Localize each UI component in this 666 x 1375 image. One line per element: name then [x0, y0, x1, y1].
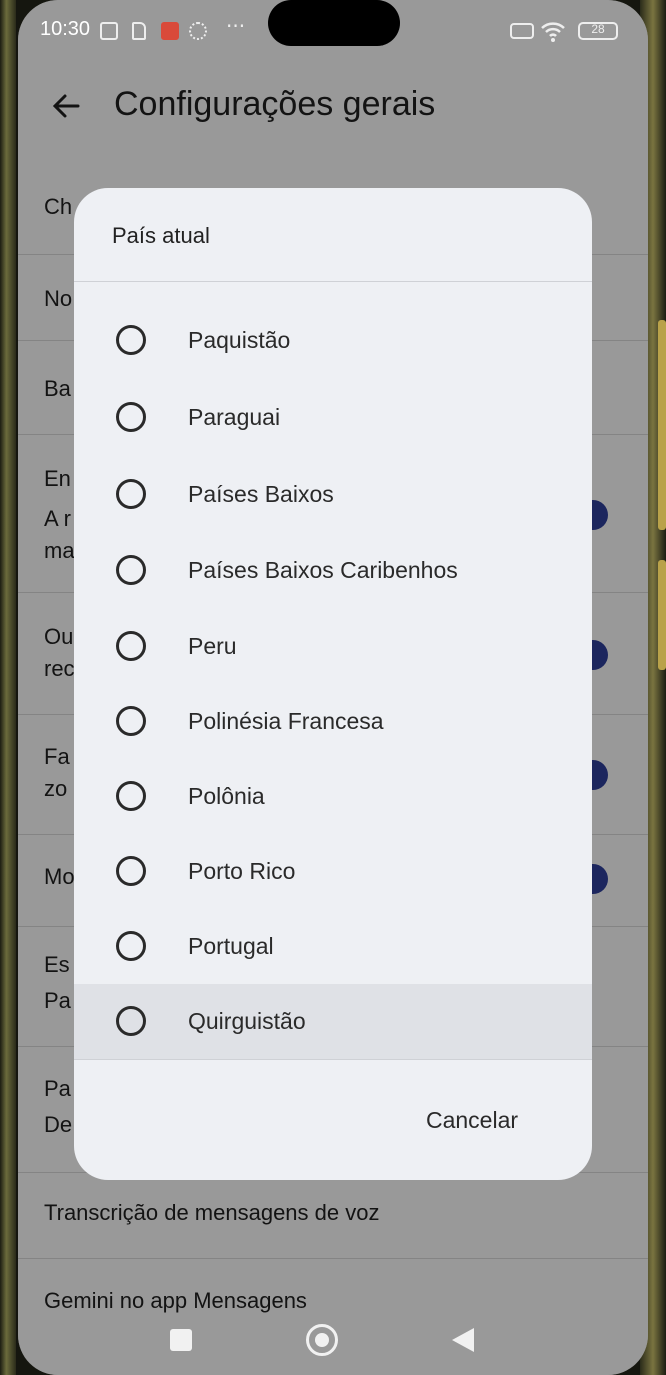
country-option[interactable]: Polônia	[74, 759, 592, 834]
country-option[interactable]: Peru	[74, 609, 592, 684]
nfc-icon	[100, 22, 118, 40]
country-option[interactable]: Países Baixos Caribenhos	[74, 533, 592, 608]
radio-button-icon[interactable]	[116, 856, 146, 886]
country-option[interactable]: Paquistão	[74, 303, 592, 378]
country-option-label: Peru	[188, 633, 237, 659]
country-option[interactable]: Quirguistão	[74, 984, 592, 1059]
gear-icon	[189, 22, 207, 40]
country-option-label: Países Baixos	[188, 481, 334, 507]
radio-button-icon[interactable]	[116, 402, 146, 432]
radio-button-icon[interactable]	[116, 325, 146, 355]
home-icon[interactable]	[306, 1324, 338, 1356]
radio-button-icon[interactable]	[116, 781, 146, 811]
volume-button	[658, 320, 666, 530]
country-option-label: Portugal	[188, 933, 274, 959]
gmail-icon	[161, 22, 179, 40]
radio-button-icon[interactable]	[116, 631, 146, 661]
no-sim-icon	[510, 23, 534, 39]
radio-button-icon[interactable]	[116, 931, 146, 961]
phone-frame: Configurações gerais Ch No Ba En A r ma …	[0, 0, 666, 1375]
country-option-label: Paraguai	[188, 404, 281, 430]
country-option-label: Paquistão	[188, 327, 291, 353]
clock: 10:30	[40, 18, 91, 40]
screen: Configurações gerais Ch No Ba En A r ma …	[18, 0, 648, 1375]
radio-button-icon[interactable]	[116, 706, 146, 736]
battery-level: 28	[591, 22, 605, 36]
sim-card-icon	[132, 22, 146, 40]
recents-icon[interactable]	[170, 1329, 192, 1351]
radio-button-icon[interactable]	[116, 1006, 146, 1036]
back-triangle-icon[interactable]	[452, 1328, 474, 1352]
wifi-icon	[540, 18, 566, 44]
radio-button-icon[interactable]	[116, 555, 146, 585]
country-option[interactable]: Polinésia Francesa	[74, 684, 592, 759]
country-option[interactable]: Paraguai	[74, 380, 592, 455]
country-option-label: Países Baixos Caribenhos	[188, 557, 458, 583]
dialog-title: País atual	[112, 223, 210, 248]
cancel-button[interactable]: Cancelar	[402, 1100, 542, 1140]
navigation-bar	[18, 1310, 648, 1370]
divider	[74, 281, 592, 282]
country-option[interactable]: Porto Rico	[74, 834, 592, 909]
camera-notch	[268, 0, 400, 46]
power-button	[658, 560, 666, 670]
battery-icon: 28	[578, 22, 618, 40]
more-notifications-icon: ···	[226, 14, 246, 38]
phone-bezel-left	[0, 0, 16, 1375]
country-option-label: Quirguistão	[188, 1008, 306, 1034]
divider	[74, 1059, 592, 1060]
country-option[interactable]: Portugal	[74, 909, 592, 984]
country-option-label: Porto Rico	[188, 858, 296, 884]
country-option-label: Polônia	[188, 783, 265, 809]
country-picker-dialog: País atual Paquistão Paraguai Países Bai…	[74, 188, 592, 1180]
radio-button-icon[interactable]	[116, 479, 146, 509]
country-option[interactable]: Países Baixos	[74, 457, 592, 532]
country-option-label: Polinésia Francesa	[188, 708, 384, 734]
